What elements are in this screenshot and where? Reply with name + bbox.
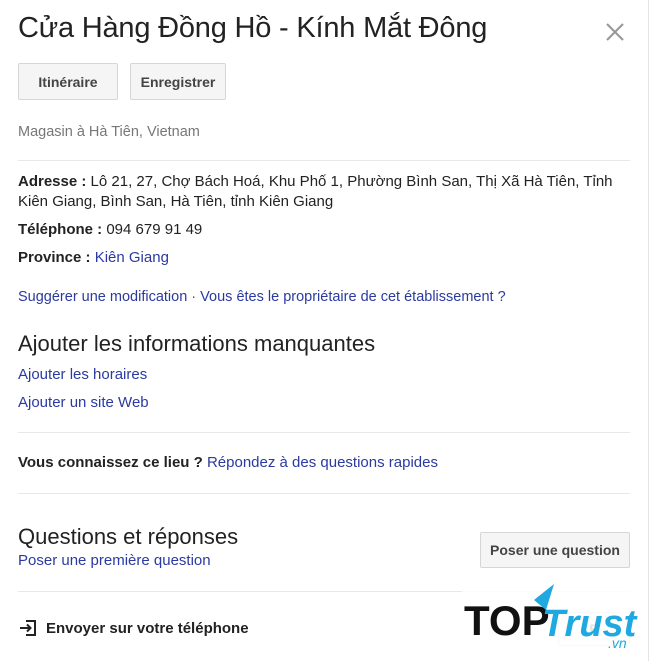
place-panel: Cửa Hàng Đồng Hồ - Kính Mắt Đông Itinéra…	[0, 0, 649, 661]
divider	[18, 493, 630, 494]
know-place-row: Vous connaissez ce lieu ? Répondez à des…	[18, 454, 438, 471]
save-button[interactable]: Enregistrer	[130, 63, 226, 100]
missing-info-heading: Ajouter les informations manquantes	[18, 331, 376, 356]
ask-first-question-link[interactable]: Poser une première question	[18, 552, 211, 569]
province-link[interactable]: Kiên Giang	[95, 249, 169, 266]
province-label: Province :	[18, 249, 91, 266]
add-website-link[interactable]: Ajouter un site Web	[18, 394, 149, 411]
address-row: Adresse : Lô 21, 27, Chợ Bách Hoá, Khu P…	[18, 172, 633, 212]
link-separator: ·	[187, 289, 201, 305]
directions-button[interactable]: Itinéraire	[18, 63, 118, 100]
qa-heading: Questions et réponses	[18, 524, 239, 549]
divider	[18, 432, 630, 433]
edit-links: Suggérer une modification · Vous êtes le…	[18, 289, 506, 305]
claim-business-link[interactable]: Vous êtes le propriétaire de cet établis…	[200, 289, 505, 305]
ask-question-button[interactable]: Poser une question	[480, 532, 630, 568]
watermark-brand-left: TOP	[464, 597, 550, 644]
suggest-edit-link[interactable]: Suggérer une modification	[18, 289, 187, 305]
phone-value[interactable]: 094 679 91 49	[106, 221, 202, 238]
address-value: Lô 21, 27, Chợ Bách Hoá, Khu Phố 1, Phườ…	[18, 173, 613, 210]
send-to-phone-button[interactable]: Envoyer sur votre téléphone	[18, 618, 249, 638]
place-category: Magasin à Hà Tiên, Vietnam	[18, 124, 200, 140]
quick-questions-link[interactable]: Répondez à des questions rapides	[207, 454, 438, 471]
close-button[interactable]	[603, 20, 627, 44]
send-to-phone-label: Envoyer sur votre téléphone	[46, 619, 249, 637]
add-hours-link[interactable]: Ajouter les horaires	[18, 366, 147, 383]
divider	[18, 160, 630, 161]
close-icon	[606, 23, 624, 41]
send-to-device-icon	[20, 620, 36, 636]
address-label: Adresse :	[18, 173, 87, 190]
share-button[interactable]: E	[558, 612, 630, 646]
phone-row: Téléphone : 094 679 91 49	[18, 220, 202, 240]
watermark-arrow-icon	[534, 584, 554, 610]
share-button-label: E	[589, 621, 599, 637]
divider	[18, 591, 630, 592]
place-title: Cửa Hàng Đồng Hồ - Kính Mắt Đông	[18, 12, 488, 44]
phone-label: Téléphone :	[18, 221, 103, 238]
know-place-question: Vous connaissez ce lieu ?	[18, 454, 203, 471]
province-row: Province : Kiên Giang	[18, 248, 169, 268]
